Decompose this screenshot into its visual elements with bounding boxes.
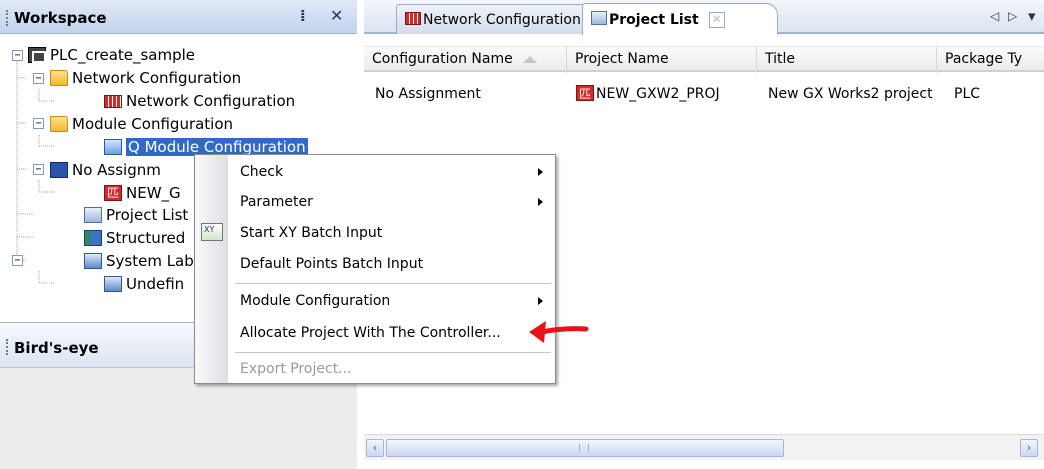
- tree-node-project[interactable]: NEW_G: [104, 182, 181, 204]
- scroll-grip-icon: [579, 444, 589, 452]
- context-menu: Check Parameter Start XY Batch Input Def…: [194, 154, 556, 384]
- tree-node-label: PLC_create_sample: [50, 46, 196, 64]
- menu-item-label: Allocate Project With The Controller...: [240, 325, 501, 341]
- tree-collapse-toggle[interactable]: −: [12, 255, 23, 266]
- module-icon: [104, 139, 122, 155]
- menu-item-export-project: Export Project...: [228, 354, 555, 384]
- tab-project-list[interactable]: Project List ✕: [582, 3, 778, 35]
- menu-item-label: Export Project...: [240, 361, 352, 377]
- pin-icon[interactable]: ⵂ: [300, 7, 306, 25]
- tree-collapse-toggle[interactable]: −: [33, 73, 44, 84]
- horizontal-scrollbar[interactable]: ‹ ›: [364, 434, 1044, 460]
- tree-node-label: NEW_G: [126, 184, 181, 202]
- submenu-arrow-icon: [538, 168, 543, 176]
- tree-node-project-list[interactable]: Project List: [84, 204, 188, 226]
- tree-node-label: Structured: [106, 229, 186, 247]
- project-list-icon: [591, 11, 607, 25]
- xy-batch-input-icon: [201, 223, 223, 241]
- close-icon[interactable]: ✕: [330, 6, 343, 25]
- menu-item-start-xy-batch-input[interactable]: Start XY Batch Input: [228, 218, 555, 248]
- menu-item-parameter[interactable]: Parameter: [228, 187, 555, 217]
- tree-node-label: Undefin: [126, 275, 185, 293]
- tree-node-label: Project List: [106, 206, 189, 224]
- tree-node-structured[interactable]: Structured: [84, 227, 185, 249]
- tree-node-label: Network Configuration: [126, 92, 296, 110]
- sort-ascending-icon: [522, 55, 537, 63]
- column-header-label: Package Ty: [945, 51, 1023, 67]
- tab-prev-icon[interactable]: ◁: [990, 9, 999, 23]
- cell-title[interactable]: New GX Works2 project: [768, 84, 933, 106]
- grip-handle[interactable]: [6, 10, 9, 26]
- birdseye-title: Bird's-eye: [14, 339, 99, 357]
- menu-item-default-points-batch-input[interactable]: Default Points Batch Input: [228, 249, 555, 279]
- tree-node-label: System Lab: [106, 252, 194, 270]
- column-header-label: Configuration Name: [372, 51, 513, 67]
- column-header-title[interactable]: Title: [757, 47, 937, 73]
- tree-node-label: No Assignm: [72, 161, 161, 179]
- cell-package-type[interactable]: PLC: [954, 84, 980, 106]
- tab-label: Project List: [609, 11, 699, 28]
- folder-icon: [50, 116, 68, 132]
- cell-project-name-label: NEW_GXW2_PROJ: [596, 86, 720, 102]
- network-icon: [405, 12, 421, 25]
- plc-icon: [28, 47, 46, 63]
- red-arrow-icon: [529, 321, 589, 343]
- menu-item-module-configuration[interactable]: Module Configuration: [228, 286, 555, 316]
- cell-project-name[interactable]: NEW_GXW2_PROJ: [576, 84, 720, 106]
- tree-node-undefined[interactable]: Undefin: [104, 273, 184, 295]
- tree-collapse-toggle[interactable]: −: [12, 50, 23, 61]
- submenu-arrow-icon: [538, 297, 543, 305]
- system-label-icon: [84, 253, 102, 269]
- tree-node-no-assignment[interactable]: No Assignm: [50, 159, 161, 181]
- column-header-configuration-name[interactable]: Configuration Name: [364, 47, 567, 73]
- project-list-icon: [84, 207, 102, 223]
- tab-list-dropdown-icon[interactable]: ▾: [1028, 7, 1036, 25]
- column-header-label: Project Name: [575, 51, 669, 67]
- project-icon: [576, 84, 594, 104]
- tab-close-icon[interactable]: ✕: [708, 11, 725, 28]
- menu-item-allocate-project[interactable]: Allocate Project With The Controller...: [228, 318, 555, 348]
- tree-node-network-configuration-folder[interactable]: Network Configuration: [50, 67, 241, 89]
- column-header-label: Title: [765, 51, 796, 67]
- no-assignment-icon: [50, 162, 68, 178]
- column-header-package-type[interactable]: Package Ty: [937, 47, 1044, 73]
- workspace-title-bar: Workspace ⵂ ✕: [0, 0, 357, 34]
- tree-node-system-label[interactable]: System Lab: [84, 250, 194, 272]
- workspace-title: Workspace: [14, 9, 107, 27]
- project-icon: [104, 184, 122, 201]
- grip-handle[interactable]: [6, 339, 9, 355]
- tree-collapse-toggle[interactable]: −: [33, 164, 44, 175]
- folder-icon: [50, 70, 68, 86]
- tree-collapse-toggle[interactable]: −: [33, 118, 44, 129]
- menu-item-label: Default Points Batch Input: [240, 256, 424, 272]
- column-header-project-name[interactable]: Project Name: [567, 47, 757, 73]
- menu-item-label: Module Configuration: [240, 293, 391, 309]
- cell-configuration-name[interactable]: No Assignment: [375, 84, 481, 106]
- menu-separator: [235, 352, 551, 353]
- undefined-icon: [104, 276, 122, 292]
- scroll-left-button[interactable]: ‹: [366, 439, 384, 457]
- scroll-right-button[interactable]: ›: [1020, 439, 1038, 457]
- menu-item-label: Start XY Batch Input: [240, 225, 383, 241]
- tab-network-configuration[interactable]: Network Configuration: [396, 4, 592, 34]
- table-header: Configuration Name Project Name Title Pa…: [364, 46, 1044, 73]
- menu-item-label: Check: [240, 164, 284, 180]
- network-icon: [104, 94, 122, 108]
- tree-node-module-configuration-folder[interactable]: Module Configuration: [50, 113, 233, 135]
- tree-node-network-configuration[interactable]: Network Configuration: [104, 90, 295, 112]
- tree-node-label: Module Configuration: [72, 115, 234, 133]
- structured-icon: [84, 230, 102, 246]
- tab-label: Network Configuration: [423, 11, 581, 28]
- tab-next-icon[interactable]: ▷: [1008, 9, 1017, 23]
- scroll-thumb[interactable]: [386, 439, 784, 457]
- menu-icon-gutter: [195, 155, 228, 383]
- tab-strip: Network Configuration Project List ✕ ◁ ▷…: [364, 0, 1044, 35]
- menu-item-check[interactable]: Check: [228, 157, 555, 187]
- tree-node-label: Network Configuration: [72, 69, 242, 87]
- submenu-arrow-icon: [538, 198, 543, 206]
- tree-node-root[interactable]: PLC_create_sample: [28, 44, 195, 66]
- menu-item-label: Parameter: [240, 194, 313, 210]
- menu-separator: [235, 283, 551, 284]
